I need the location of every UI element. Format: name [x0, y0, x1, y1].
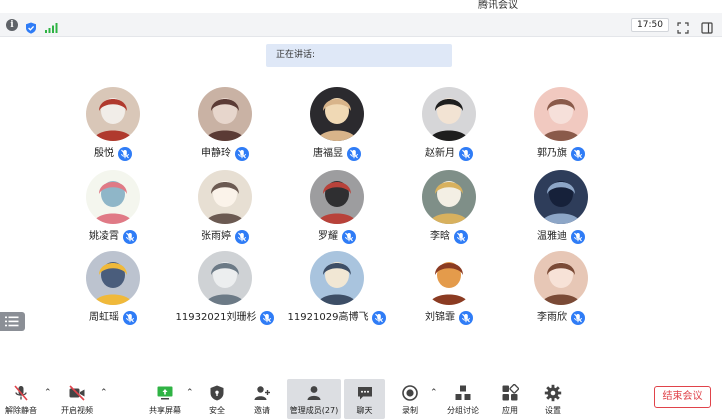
avatar[interactable]: [422, 170, 476, 224]
avatar[interactable]: [198, 87, 252, 141]
participant-name: 唐福昱: [313, 148, 343, 159]
avatar[interactable]: [534, 170, 588, 224]
security-label: 安全: [209, 406, 225, 415]
invite-button[interactable]: 邀请: [245, 379, 279, 419]
avatar[interactable]: [310, 170, 364, 224]
breakout-button[interactable]: 分组讨论: [444, 379, 482, 419]
chat-icon: [356, 384, 374, 402]
manage-members-button[interactable]: 管理成员(27): [287, 379, 341, 419]
video-options-chevron-icon[interactable]: ⌃: [100, 389, 108, 398]
unmute-label: 解除静音: [5, 406, 37, 415]
mic-muted-icon: [118, 147, 132, 161]
participant-name: 郭乃旗: [537, 148, 567, 159]
avatar[interactable]: [198, 251, 252, 305]
mic-muted-icon: [459, 147, 473, 161]
share-screen-button[interactable]: 共享屏幕: [146, 379, 184, 419]
settings-label: 设置: [545, 406, 561, 415]
add-user-icon: [253, 384, 271, 402]
avatar[interactable]: [86, 87, 140, 141]
mic-muted-icon: [235, 230, 249, 244]
participant-name: 周虹瑶: [89, 312, 119, 323]
title-bar: 腾讯会议: [0, 0, 722, 12]
avatar[interactable]: [422, 87, 476, 141]
apps-grid-icon: [501, 383, 520, 402]
participant-name: 李雨欣: [537, 312, 567, 323]
share-options-chevron-icon[interactable]: ⌃: [186, 389, 194, 398]
mic-muted-icon: [123, 311, 137, 325]
participant-name: 罗耀: [318, 231, 338, 242]
apps-label: 应用: [502, 406, 518, 415]
participant-name-row: 温雅迪: [486, 230, 636, 244]
avatar[interactable]: [310, 87, 364, 141]
start-video-label: 开启视频: [61, 406, 93, 415]
mic-muted-icon: [342, 230, 356, 244]
mic-muted-icon: [12, 384, 30, 402]
share-screen-icon: [156, 384, 174, 402]
info-icon[interactable]: [6, 19, 18, 31]
avatar[interactable]: [534, 87, 588, 141]
breakout-label: 分组讨论: [447, 406, 479, 415]
avatar[interactable]: [310, 251, 364, 305]
participant-name-row: 郭乃旗: [486, 147, 636, 161]
record-button[interactable]: 录制: [395, 379, 425, 419]
participant-name: 申静玲: [201, 148, 231, 159]
invite-label: 邀请: [254, 406, 270, 415]
participant-name: 11932021刘珊杉: [175, 312, 257, 323]
participant-name: 李晗: [430, 231, 450, 242]
shield-icon: [208, 384, 226, 402]
list-icon: [5, 316, 19, 327]
chat-list-toggle[interactable]: [0, 312, 25, 331]
fullscreen-icon[interactable]: [677, 19, 689, 34]
start-video-button[interactable]: 开启视频: [58, 379, 96, 419]
avatar[interactable]: [86, 251, 140, 305]
record-label: 录制: [402, 406, 418, 415]
mic-muted-icon: [571, 230, 585, 244]
participant-name: 温雅迪: [537, 231, 567, 242]
unmute-button[interactable]: 解除静音: [2, 379, 40, 419]
participant-name-row: 李雨欣: [486, 311, 636, 325]
mic-muted-icon: [459, 311, 473, 325]
avatar[interactable]: [198, 170, 252, 224]
audio-options-chevron-icon[interactable]: ⌃: [44, 389, 52, 398]
signal-icon[interactable]: [44, 19, 58, 33]
mic-muted-icon: [123, 230, 137, 244]
sidebar-toggle-icon[interactable]: [701, 19, 713, 34]
mic-muted-icon: [235, 147, 249, 161]
window-title: 腾讯会议: [478, 0, 518, 11]
share-screen-label: 共享屏幕: [149, 406, 181, 415]
participant-name: 11921029高博飞: [287, 312, 369, 323]
gear-icon: [544, 384, 562, 402]
avatar[interactable]: [534, 251, 588, 305]
chat-label: 聊天: [356, 406, 373, 415]
meeting-clock: 17:50: [631, 18, 669, 32]
active-speaker-banner: 正在讲话:: [266, 44, 452, 67]
chat-button[interactable]: 聊天: [344, 379, 385, 419]
settings-button[interactable]: 设置: [538, 379, 568, 419]
members-icon: [305, 384, 323, 402]
apps-button[interactable]: 应用: [495, 379, 525, 419]
end-meeting-button[interactable]: 结束会议: [654, 386, 711, 408]
participant-name: 姚凌霄: [89, 231, 119, 242]
participant-name: 殷悦: [94, 148, 114, 159]
participant-name: 赵新月: [425, 148, 455, 159]
participant-name: 张雨婷: [201, 231, 231, 242]
mic-muted-icon: [347, 147, 361, 161]
avatar[interactable]: [422, 251, 476, 305]
participant-name: 刘锦霏: [425, 312, 455, 323]
mic-muted-icon: [454, 230, 468, 244]
manage-members-label: 管理成员(27): [289, 406, 339, 415]
mic-muted-icon: [571, 147, 585, 161]
record-options-chevron-icon[interactable]: ⌃: [430, 389, 438, 398]
security-button[interactable]: 安全: [200, 379, 234, 419]
camera-off-icon: [68, 384, 86, 402]
breakout-rooms-icon: [454, 384, 472, 402]
meeting-toolbar: 解除静音 ⌃ 开启视频 ⌃ 共享屏幕 ⌃ 安全 邀请 管理成员(27) 聊天 录…: [0, 379, 722, 419]
meeting-status-bar: 17:50: [0, 13, 722, 37]
avatar[interactable]: [86, 170, 140, 224]
shield-icon[interactable]: [25, 19, 37, 34]
mic-muted-icon: [571, 311, 585, 325]
record-icon: [401, 384, 419, 402]
